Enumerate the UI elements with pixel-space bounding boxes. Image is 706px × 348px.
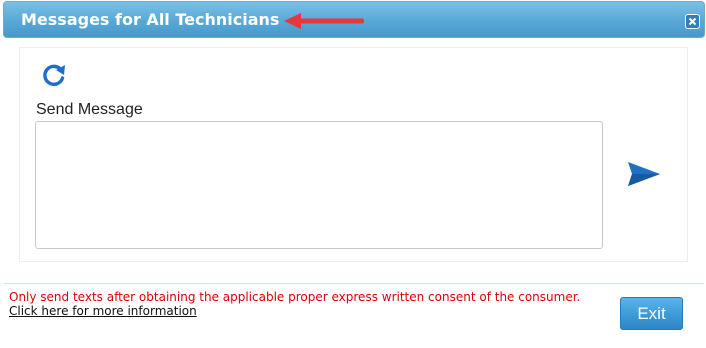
close-button[interactable] — [685, 14, 700, 29]
arrow-left-icon — [284, 13, 364, 29]
send-button[interactable] — [626, 159, 662, 189]
exit-button[interactable]: Exit — [620, 297, 683, 330]
refresh-icon — [43, 64, 65, 86]
dialog-title-bar: Messages for All Technicians — [3, 1, 705, 38]
send-message-label: Send Message — [36, 101, 143, 118]
send-icon — [628, 162, 660, 186]
message-panel: Send Message — [19, 47, 688, 262]
close-icon — [688, 17, 697, 26]
messages-dialog: Messages for All Technicians Send Messag… — [0, 0, 706, 348]
consent-warning: Only send texts after obtaining the appl… — [9, 290, 581, 304]
dialog-title: Messages for All Technicians — [21, 10, 280, 29]
footer-divider — [4, 283, 704, 284]
message-input[interactable] — [35, 121, 603, 249]
refresh-button[interactable] — [40, 62, 68, 88]
more-information-link[interactable]: Click here for more information — [9, 304, 197, 318]
